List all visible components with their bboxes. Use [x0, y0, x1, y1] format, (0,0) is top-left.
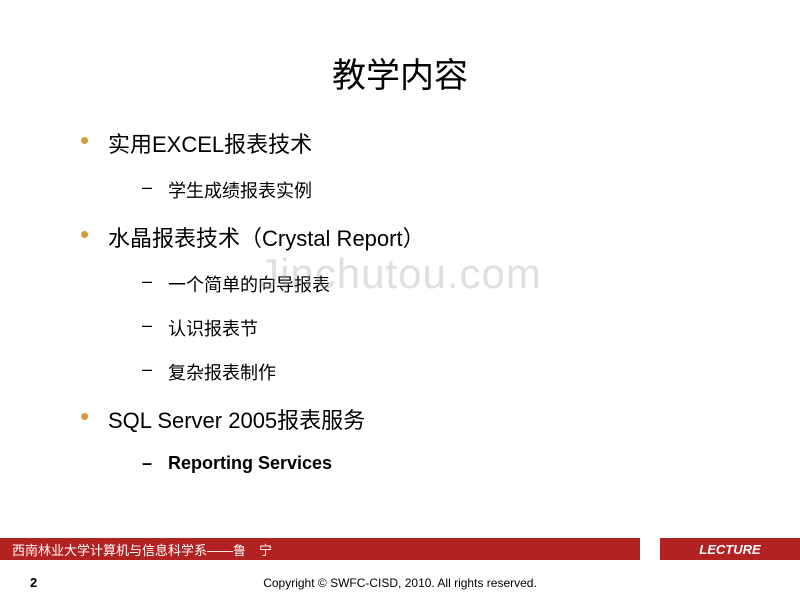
page-number: 2 [30, 575, 37, 590]
bullet-level1: 水晶报表技术（Crystal Report） [80, 221, 760, 253]
content-area: 实用EXCEL报表技术 学生成绩报表实例 水晶报表技术（Crystal Repo… [0, 97, 800, 474]
copyright-text: Copyright © SWFC-CISD, 2010. All rights … [263, 576, 537, 590]
footer-gap [640, 538, 660, 560]
bullet-level1: SQL Server 2005报表服务 [80, 403, 760, 435]
bullet-level2: 认识报表节 [142, 315, 760, 341]
footer-bar: 西南林业大学计算机与信息科学系——鲁 宁 LECTURE [0, 538, 800, 560]
bullet-level2: 复杂报表制作 [142, 359, 760, 385]
footer-left-text: 西南林业大学计算机与信息科学系——鲁 宁 [0, 538, 640, 560]
footer-right-text: LECTURE [660, 538, 800, 560]
bullet-level1: 实用EXCEL报表技术 [80, 127, 760, 159]
bullet-level2: Reporting Services [142, 453, 760, 474]
slide-title: 教学内容 [0, 0, 800, 97]
bullet-level2: 学生成绩报表实例 [142, 177, 760, 203]
slide: 教学内容 实用EXCEL报表技术 学生成绩报表实例 水晶报表技术（Crystal… [0, 0, 800, 600]
bullet-level2: 一个简单的向导报表 [142, 271, 760, 297]
